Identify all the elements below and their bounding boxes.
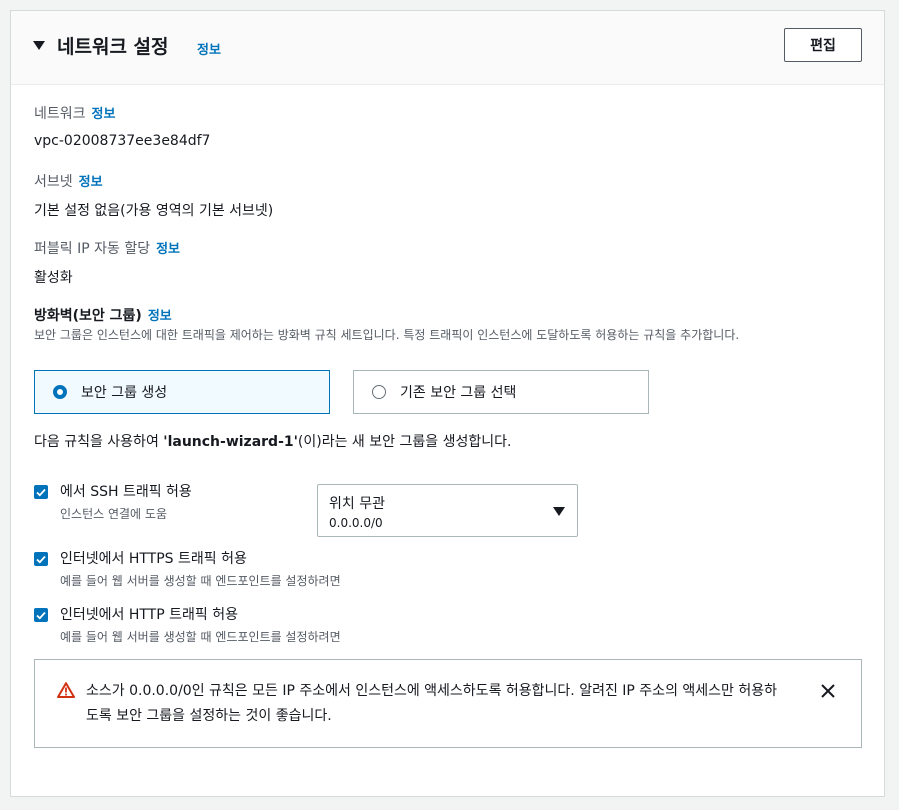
- radio-selected-icon: [53, 385, 67, 399]
- panel-title-info-link[interactable]: 정보: [197, 39, 221, 58]
- collapse-caret-icon[interactable]: [33, 41, 45, 50]
- ssh-rule-label: 에서 SSH 트래픽 허용: [60, 484, 192, 500]
- edit-button[interactable]: 편집: [784, 28, 862, 62]
- ssh-source-select[interactable]: 위치 무관 0.0.0.0/0: [317, 484, 578, 537]
- warning-icon: [57, 682, 75, 698]
- network-value: vpc-02008737ee3e84df7: [34, 133, 211, 149]
- rule-summary-prefix: 다음 규칙을 사용하여: [34, 434, 164, 450]
- rule-summary-suffix: (이)라는 새 보안 그룹을 생성합니다.: [297, 434, 512, 450]
- dropdown-caret-icon: [553, 507, 565, 516]
- check-icon: [36, 488, 46, 496]
- panel-header: 네트워크 설정 정보 편집: [11, 11, 884, 85]
- rule-summary: 다음 규칙을 사용하여 'launch-wizard-1'(이)라는 새 보안 …: [34, 431, 511, 451]
- ssh-rule-desc: 인스턴스 연결에 도움: [60, 507, 167, 521]
- panel-title: 네트워크 설정: [57, 36, 169, 58]
- http-rule-label: 인터넷에서 HTTP 트래픽 허용: [60, 607, 238, 623]
- warning-text: 소스가 0.0.0.0/0인 규칙은 모든 IP 주소에서 인스턴스에 액세스하…: [86, 683, 778, 724]
- https-rule-desc: 예를 들어 웹 서버를 생성할 때 엔드포인트를 설정하려면: [60, 574, 341, 588]
- http-checkbox[interactable]: [34, 608, 48, 622]
- public-ip-label: 퍼블릭 IP 자동 할당: [34, 241, 151, 257]
- warning-alert: 소스가 0.0.0.0/0인 규칙은 모든 IP 주소에서 인스턴스에 액세스하…: [34, 659, 862, 748]
- network-info-link[interactable]: 정보: [92, 107, 116, 122]
- security-group-name: 'launch-wizard-1': [163, 434, 298, 450]
- radio-select-existing-group[interactable]: 기존 보안 그룹 선택: [353, 370, 649, 414]
- https-rule-label: 인터넷에서 HTTPS 트래픽 허용: [60, 551, 247, 567]
- firewall-description: 보안 그룹은 인스턴스에 대한 트래픽을 제어하는 방화벽 규칙 세트입니다. …: [34, 328, 740, 342]
- select-value: 위치 무관: [329, 496, 385, 512]
- http-rule-desc: 예를 들어 웹 서버를 생성할 때 엔드포인트를 설정하려면: [60, 630, 341, 644]
- subnet-info-link[interactable]: 정보: [79, 175, 103, 190]
- firewall-label-row: 방화벽(보안 그룹) 정보: [34, 305, 172, 325]
- public-ip-label-row: 퍼블릭 IP 자동 할당 정보: [34, 238, 180, 258]
- network-settings-panel: 네트워크 설정 정보 편집 네트워크 정보 vpc-02008737ee3e84d…: [10, 10, 885, 797]
- radio-create-security-group[interactable]: 보안 그룹 생성: [34, 370, 330, 414]
- subnet-label: 서브넷: [34, 174, 73, 190]
- close-icon[interactable]: [821, 684, 835, 698]
- radio-unselected-icon: [372, 385, 386, 399]
- select-cidr: 0.0.0.0/0: [329, 516, 383, 530]
- network-label-row: 네트워크 정보: [34, 103, 115, 123]
- radio-create-label: 보안 그룹 생성: [81, 385, 168, 401]
- firewall-info-link[interactable]: 정보: [148, 309, 172, 324]
- network-label: 네트워크: [34, 106, 86, 122]
- subnet-value: 기본 설정 없음(가용 영역의 기본 서브넷): [34, 203, 274, 219]
- public-ip-value: 활성화: [34, 270, 73, 286]
- check-icon: [36, 611, 46, 619]
- https-checkbox[interactable]: [34, 552, 48, 566]
- firewall-label: 방화벽(보안 그룹): [34, 308, 142, 324]
- subnet-label-row: 서브넷 정보: [34, 171, 103, 191]
- public-ip-info-link[interactable]: 정보: [156, 242, 180, 257]
- radio-existing-label: 기존 보안 그룹 선택: [400, 385, 517, 401]
- ssh-checkbox[interactable]: [34, 485, 48, 499]
- check-icon: [36, 555, 46, 563]
